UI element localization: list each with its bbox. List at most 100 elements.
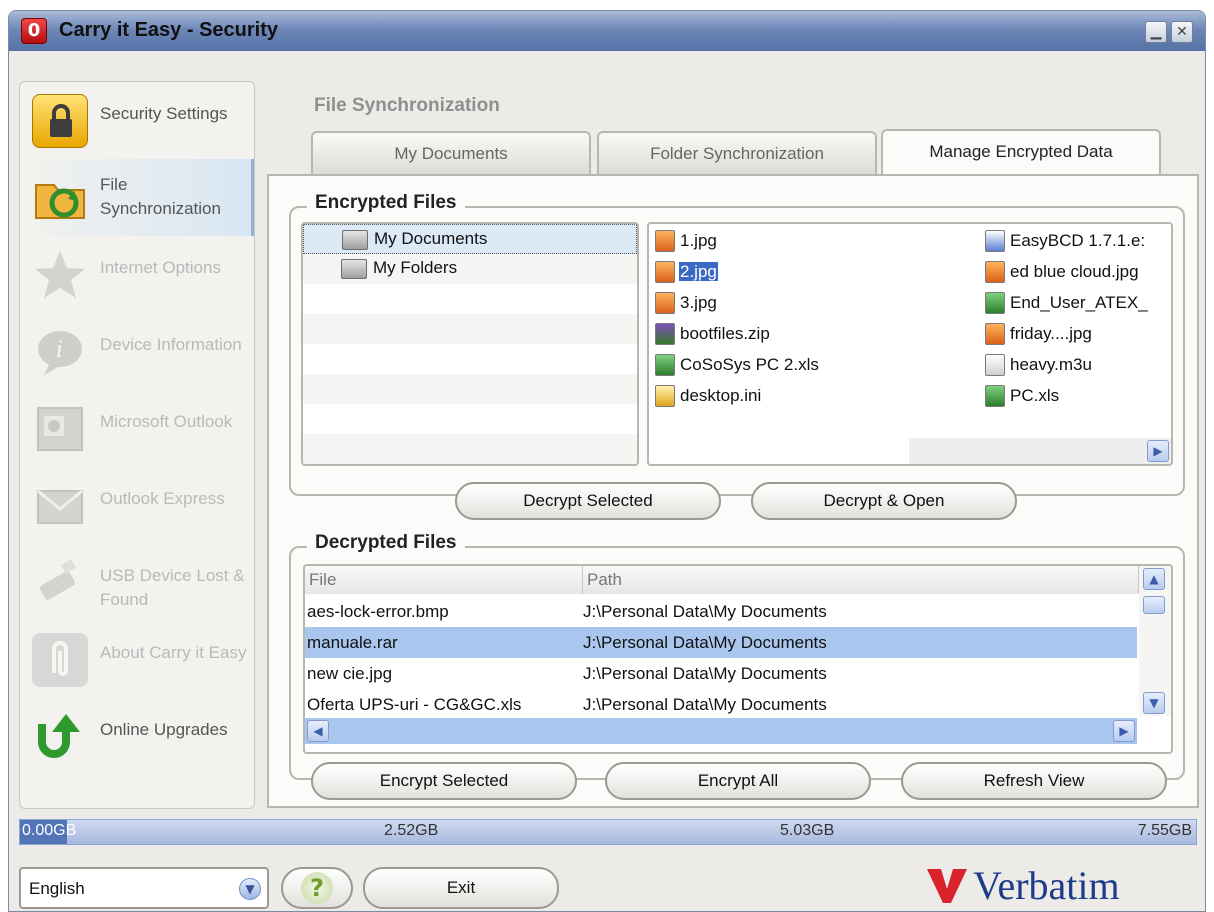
file-name: EasyBCD 1.7.1.e: <box>1010 231 1146 250</box>
tab-manage-encrypted-data[interactable]: Manage Encrypted Data <box>881 129 1161 175</box>
language-value: English <box>29 879 85 898</box>
m3u-file-icon <box>985 354 1005 376</box>
scroll-right-icon[interactable]: ▶ <box>1147 440 1169 462</box>
ini-file-icon <box>655 385 675 407</box>
help-button[interactable]: ? <box>281 867 353 909</box>
file-item[interactable]: bootfiles.zip <box>655 323 771 349</box>
tree-item-my-folders[interactable]: My Folders <box>303 254 637 284</box>
table-row[interactable]: Oferta UPS-uri - CG&GC.xls J:\Personal Da… <box>305 689 1137 720</box>
decrypt-open-button[interactable]: Decrypt & Open <box>751 482 1017 520</box>
sidebar-item-label: Online Upgrades <box>100 720 228 739</box>
storage-usage-bar: 0.00GB 2.52GB 5.03GB 7.55GB <box>19 819 1197 845</box>
close-button[interactable]: ✕ <box>1171 21 1193 43</box>
jpg-file-icon <box>655 292 675 314</box>
horizontal-scrollbar[interactable]: ▶ <box>909 438 1171 464</box>
file-cell: aes-lock-error.bmp <box>307 602 449 621</box>
vertical-scrollbar[interactable]: ▲ ▼ <box>1139 566 1171 716</box>
file-name: 2.jpg <box>679 262 718 281</box>
file-item[interactable]: CoSoSys PC 2.xls <box>655 354 820 380</box>
file-cell: manuale.rar <box>307 633 398 652</box>
outlook-express-icon <box>32 479 88 533</box>
folder-icon <box>341 259 367 279</box>
scroll-left-icon[interactable]: ◀ <box>307 720 329 742</box>
column-header-path[interactable]: Path <box>583 566 1139 594</box>
usb-drive-icon <box>32 556 88 610</box>
column-header-file[interactable]: File <box>305 566 583 594</box>
tab-folder-synchronization[interactable]: Folder Synchronization <box>597 131 877 175</box>
title-bar[interactable]: 0 Carry it Easy - Security ▁ ✕ <box>9 11 1205 51</box>
language-select[interactable]: English ▼ <box>19 867 269 909</box>
refresh-view-button[interactable]: Refresh View <box>901 762 1167 800</box>
scroll-right-icon[interactable]: ▶ <box>1113 720 1135 742</box>
file-item[interactable]: ed blue cloud.jpg <box>985 261 1140 287</box>
tree-item-label: My Folders <box>373 258 458 277</box>
table-row[interactable]: new cie.jpg J:\Personal Data\My Documents <box>305 658 1137 689</box>
file-item[interactable]: desktop.ini <box>655 385 762 411</box>
file-item[interactable]: End_User_ATEX_ <box>985 292 1149 318</box>
encrypted-files-title: Encrypted Files <box>307 192 465 214</box>
file-item[interactable]: heavy.m3u <box>985 354 1093 380</box>
folder-icon <box>342 230 368 250</box>
folder-tree[interactable]: My Documents My Folders <box>301 222 639 466</box>
decrypted-file-table[interactable]: File Path aes-lock-error.bmp J:\Personal … <box>303 564 1173 754</box>
svg-text:i: i <box>56 338 63 363</box>
sidebar-item-security-settings[interactable]: Security Settings <box>20 82 254 159</box>
file-item[interactable]: 2.jpg <box>655 261 718 287</box>
sidebar-item-file-synchronization[interactable]: File Synchronization <box>20 159 254 236</box>
table-row[interactable]: aes-lock-error.bmp J:\Personal Data\My Do… <box>305 596 1137 627</box>
lock-icon <box>32 94 88 148</box>
jpg-file-icon <box>985 261 1005 283</box>
star-icon <box>32 248 88 302</box>
sidebar-item-outlook-express[interactable]: Outlook Express <box>20 467 254 544</box>
info-bubble-icon: i <box>32 325 88 379</box>
file-cell: Oferta UPS-uri - CG&GC.xls <box>307 695 522 714</box>
file-name: PC.xls <box>1010 386 1060 405</box>
sidebar-item-label: Security Settings <box>100 104 228 123</box>
jpg-file-icon <box>655 261 675 283</box>
file-name: desktop.ini <box>680 386 762 405</box>
file-item[interactable]: 3.jpg <box>655 292 718 318</box>
tab-my-documents[interactable]: My Documents <box>311 131 591 175</box>
scroll-thumb[interactable] <box>1143 596 1165 614</box>
minimize-button[interactable]: ▁ <box>1145 21 1167 43</box>
file-item[interactable]: PC.xls <box>985 385 1060 411</box>
exit-button[interactable]: Exit <box>363 867 559 909</box>
file-name: CoSoSys PC 2.xls <box>680 355 819 374</box>
jpg-file-icon <box>655 230 675 252</box>
sidebar-item-label: Internet Options <box>100 258 221 277</box>
verbatim-v-icon <box>927 868 967 903</box>
file-name: 3.jpg <box>680 293 717 312</box>
sidebar-item-device-information[interactable]: i Device Information <box>20 313 254 390</box>
storage-label: 7.55GB <box>1137 822 1192 839</box>
excel-file-icon <box>655 354 675 376</box>
scroll-up-icon[interactable]: ▲ <box>1143 568 1165 590</box>
sidebar-item-microsoft-outlook[interactable]: Microsoft Outlook <box>20 390 254 467</box>
brand-name: Verbatim <box>973 863 1120 908</box>
scroll-down-icon[interactable]: ▼ <box>1143 692 1165 714</box>
sidebar-item-usb-lost-found[interactable]: USB Device Lost & Found <box>20 544 254 621</box>
sidebar-item-about[interactable]: About Carry it Easy <box>20 621 254 698</box>
sidebar-item-online-upgrades[interactable]: Online Upgrades <box>20 698 254 775</box>
encrypt-selected-button[interactable]: Encrypt Selected <box>311 762 577 800</box>
tree-empty-row <box>303 374 637 404</box>
file-item[interactable]: friday....jpg <box>985 323 1093 349</box>
sidebar-item-label: About Carry it Easy <box>100 643 247 662</box>
file-item[interactable]: 1.jpg <box>655 230 718 256</box>
verbatim-logo: Verbatim <box>927 861 1120 911</box>
storage-label: 0.00GB <box>22 822 77 839</box>
decrypt-selected-button[interactable]: Decrypt Selected <box>455 482 721 520</box>
encrypted-file-list[interactable]: 1.jpg 2.jpg 3.jpg bootfiles.zip CoSoSys PC 2… <box>647 222 1173 466</box>
file-name: bootfiles.zip <box>680 324 770 343</box>
sidebar-item-internet-options[interactable]: Internet Options <box>20 236 254 313</box>
file-name: ed blue cloud.jpg <box>1010 262 1139 281</box>
tree-item-my-documents[interactable]: My Documents <box>303 224 637 254</box>
file-cell: new cie.jpg <box>307 664 393 683</box>
chevron-down-icon[interactable]: ▼ <box>239 878 261 900</box>
outlook-icon <box>32 402 88 456</box>
horizontal-scrollbar[interactable]: ◀ ▶ <box>305 718 1137 744</box>
file-item[interactable]: EasyBCD 1.7.1.e: <box>985 230 1146 256</box>
encrypt-all-button[interactable]: Encrypt All <box>605 762 871 800</box>
path-cell: J:\Personal Data\My Documents <box>583 695 827 714</box>
table-row[interactable]: manuale.rar J:\Personal Data\My Documents <box>305 627 1137 658</box>
jpg-file-icon <box>985 323 1005 345</box>
